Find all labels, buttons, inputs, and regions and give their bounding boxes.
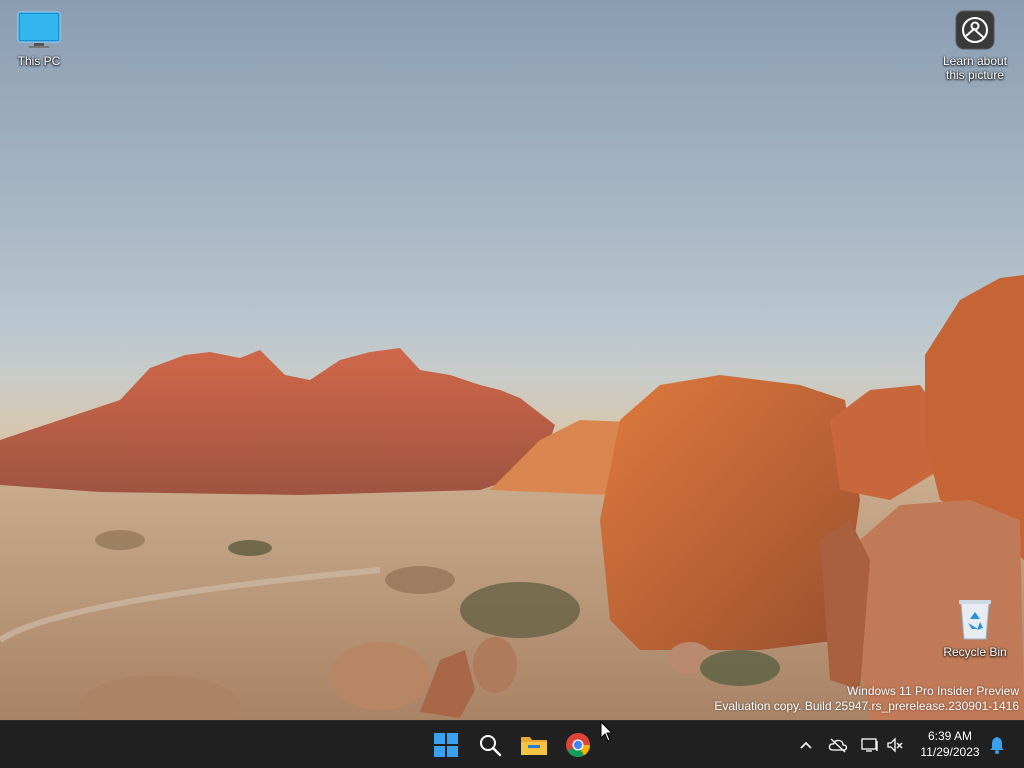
network-icon (861, 738, 878, 752)
desktop[interactable]: This PC Learn about this picture Recycle… (0, 0, 1024, 720)
taskbar: 6:39 AM 11/29/2023 (0, 720, 1024, 768)
cloud-offline-icon (828, 738, 848, 753)
chrome-icon (566, 733, 590, 758)
camera-icon (955, 10, 995, 50)
file-explorer-button[interactable] (514, 725, 554, 765)
desktop-icon-label: Learn about this picture (942, 54, 1008, 82)
volume-muted-icon (887, 737, 903, 753)
onedrive-tray-button[interactable] (827, 733, 849, 757)
network-tray-button[interactable] (859, 733, 881, 757)
folder-icon (521, 737, 547, 755)
desktop-icon-recycle-bin[interactable]: Recycle Bin (936, 597, 1014, 659)
volume-tray-button[interactable] (884, 733, 906, 757)
watermark-build: Evaluation copy. Build 25947.rs_prerelea… (714, 699, 1019, 713)
desktop-icon-label: Recycle Bin (943, 645, 1007, 659)
recycle-bin-icon (959, 600, 991, 640)
chrome-button[interactable] (558, 725, 598, 765)
clock-button[interactable]: 6:39 AM 11/29/2023 (912, 728, 988, 760)
desktop-icon-this-pc[interactable]: This PC (0, 10, 78, 68)
computer-monitor-icon (17, 11, 61, 48)
mouse-cursor-icon (600, 721, 614, 742)
clock-time: 6:39 AM (927, 729, 973, 743)
watermark-edition: Windows 11 Pro Insider Preview (847, 684, 1019, 698)
clock-date: 11/29/2023 (920, 745, 980, 759)
show-hidden-icons-button[interactable] (795, 733, 817, 757)
chevron-up-icon (800, 741, 812, 749)
evaluation-watermark: Windows 11 Pro Insider Preview Evaluatio… (714, 684, 1019, 714)
desktop-icon-learn-about-picture[interactable]: Learn about this picture (936, 10, 1014, 82)
search-button[interactable] (470, 725, 510, 765)
start-button[interactable] (426, 725, 466, 765)
bell-icon (990, 737, 1004, 754)
desktop-icon-label: This PC (17, 54, 61, 68)
search-icon (480, 735, 502, 757)
windows-start-icon (434, 733, 458, 757)
wallpaper-desert-landscape (0, 275, 1024, 720)
notifications-button[interactable] (986, 733, 1008, 757)
